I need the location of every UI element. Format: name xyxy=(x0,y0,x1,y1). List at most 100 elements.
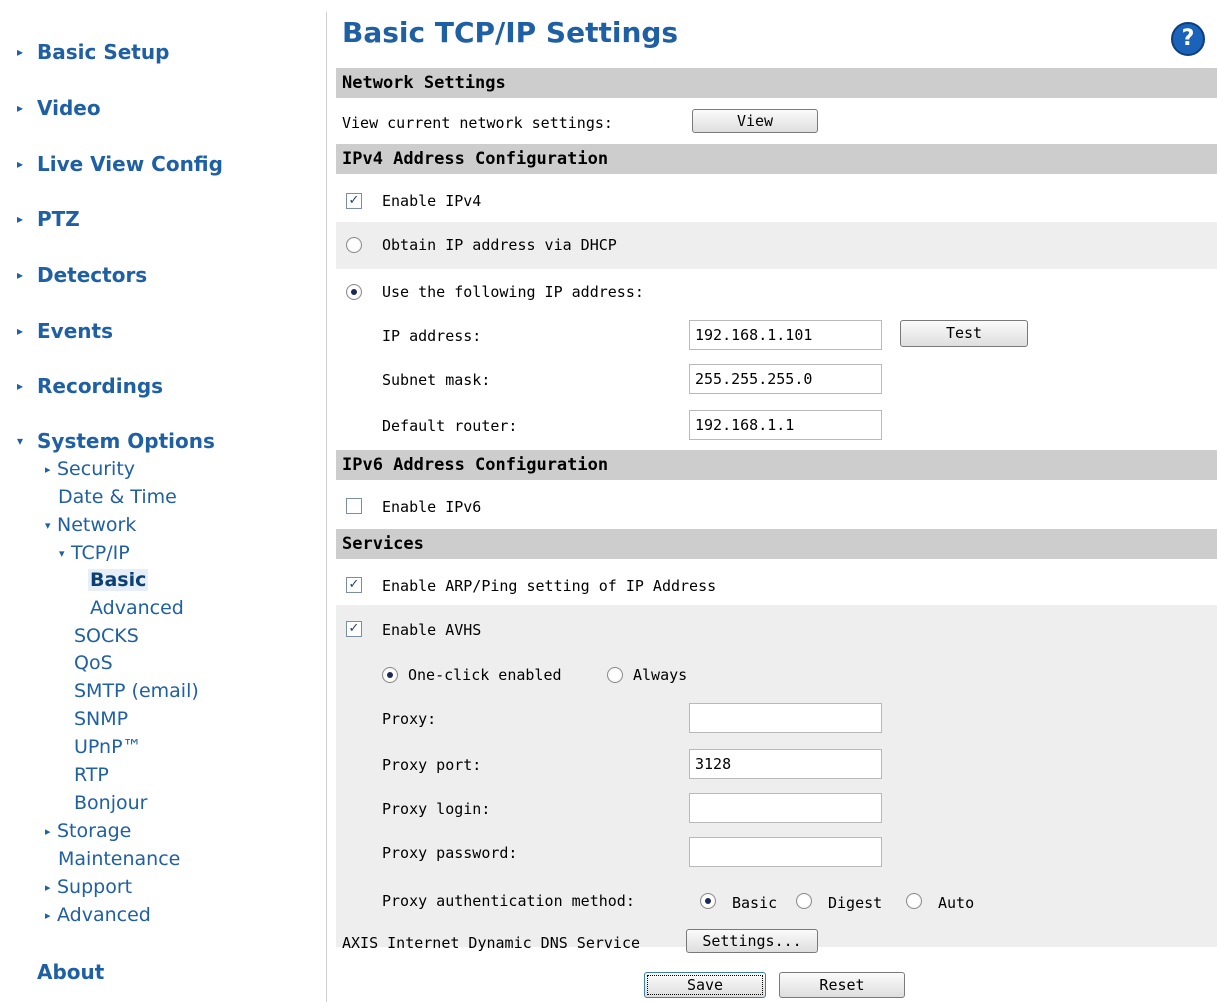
auth-auto-label: Auto xyxy=(938,894,975,912)
nav-network[interactable]: ▾ Network xyxy=(45,514,136,536)
settings-panel: Basic TCP/IP Settings ? Network Settings… xyxy=(336,0,1217,1002)
nav-about[interactable]: About xyxy=(37,960,104,984)
nav-video[interactable]: ▸ Video xyxy=(17,96,101,120)
nav-system-options[interactable]: ▾ System Options xyxy=(17,429,215,453)
nav-label: Security xyxy=(57,458,136,480)
auth-basic-radio[interactable] xyxy=(700,893,716,909)
nav-tcpip-advanced[interactable]: Advanced xyxy=(90,597,184,619)
chevron-right-icon: ▸ xyxy=(45,881,51,894)
always-radio[interactable] xyxy=(607,667,623,683)
dhcp-label: Obtain IP address via DHCP xyxy=(382,236,617,254)
nav-live-view-config[interactable]: ▸ Live View Config xyxy=(17,152,223,176)
enable-ipv6-checkbox[interactable] xyxy=(346,498,362,514)
nav-events[interactable]: ▸ Events xyxy=(17,319,113,343)
nav-label: Detectors xyxy=(37,263,148,287)
test-button[interactable]: Test xyxy=(900,320,1028,347)
proxy-password-label: Proxy password: xyxy=(382,844,518,862)
arp-ping-checkbox[interactable]: ✓ xyxy=(346,577,362,593)
sidebar-divider xyxy=(326,12,327,1002)
chevron-down-icon: ▾ xyxy=(45,519,51,532)
proxy-password-field[interactable] xyxy=(689,837,882,867)
ip-address-field[interactable]: 192.168.1.101 xyxy=(689,320,882,350)
auth-digest-label: Digest xyxy=(828,894,883,912)
nav-security[interactable]: ▸ Security xyxy=(45,458,135,480)
nav-label: Network xyxy=(57,514,137,536)
section-services: Services xyxy=(336,529,1217,559)
nav-label: PTZ xyxy=(37,207,80,231)
enable-ipv4-label: Enable IPv4 xyxy=(382,192,482,210)
enable-ipv4-checkbox[interactable]: ✓ xyxy=(346,193,362,209)
save-button[interactable]: Save xyxy=(644,972,766,998)
nav-basic-setup[interactable]: ▸ Basic Setup xyxy=(17,40,169,64)
nav-socks[interactable]: SOCKS xyxy=(74,625,139,647)
one-click-label: One-click enabled xyxy=(408,666,562,684)
ddns-label: AXIS Internet Dynamic DNS Service xyxy=(342,934,641,952)
auth-auto-radio[interactable] xyxy=(906,893,922,909)
nav-tcpip[interactable]: ▾ TCP/IP xyxy=(59,542,130,564)
dhcp-radio[interactable] xyxy=(346,237,362,253)
nav-bonjour[interactable]: Bonjour xyxy=(74,792,147,814)
nav-advanced[interactable]: ▸ Advanced xyxy=(45,904,151,926)
avhs-checkbox[interactable]: ✓ xyxy=(346,621,362,637)
reset-button[interactable]: Reset xyxy=(779,972,905,998)
nav-label: Basic Setup xyxy=(37,40,170,64)
nav-label: Events xyxy=(37,319,113,343)
nav-label: Support xyxy=(57,876,133,898)
nav-qos[interactable]: QoS xyxy=(74,652,113,674)
chevron-right-icon: ▸ xyxy=(17,324,24,338)
page-title: Basic TCP/IP Settings xyxy=(342,16,679,49)
view-network-label: View current network settings: xyxy=(342,114,613,132)
nav-storage[interactable]: ▸ Storage xyxy=(45,820,131,842)
view-button[interactable]: View xyxy=(692,109,818,133)
section-ipv6: IPv6 Address Configuration xyxy=(336,450,1217,480)
static-ip-label: Use the following IP address: xyxy=(382,283,644,301)
nav-recordings[interactable]: ▸ Recordings xyxy=(17,374,163,398)
subnet-mask-field[interactable]: 255.255.255.0 xyxy=(689,364,882,394)
ddns-settings-button[interactable]: Settings... xyxy=(686,929,818,953)
chevron-down-icon: ▾ xyxy=(17,434,24,448)
nav-label: Video xyxy=(37,96,101,120)
nav-ptz[interactable]: ▸ PTZ xyxy=(17,207,80,231)
proxy-label: Proxy: xyxy=(382,710,437,728)
enable-ipv6-label: Enable IPv6 xyxy=(382,498,482,516)
arp-ping-label: Enable ARP/Ping setting of IP Address xyxy=(382,577,717,595)
proxy-port-field[interactable]: 3128 xyxy=(689,749,882,779)
chevron-right-icon: ▸ xyxy=(17,101,24,115)
proxy-port-label: Proxy port: xyxy=(382,756,482,774)
nav-upnp[interactable]: UPnP™ xyxy=(74,736,142,758)
nav-label: Recordings xyxy=(37,374,164,398)
proxy-login-label: Proxy login: xyxy=(382,800,491,818)
chevron-right-icon: ▸ xyxy=(45,909,51,922)
auth-method-label: Proxy authentication method: xyxy=(382,892,635,910)
auth-digest-radio[interactable] xyxy=(796,893,812,909)
chevron-right-icon: ▸ xyxy=(17,379,24,393)
nav-label: Live View Config xyxy=(37,152,223,176)
proxy-field[interactable] xyxy=(689,703,882,733)
ip-address-label: IP address: xyxy=(382,327,482,345)
nav-label: System Options xyxy=(37,429,215,453)
one-click-radio[interactable] xyxy=(382,667,398,683)
section-network-settings: Network Settings xyxy=(336,68,1217,98)
sidebar-nav: ▸ Basic Setup ▸ Video ▸ Live View Config ▸ P… xyxy=(0,0,326,1002)
proxy-login-field[interactable] xyxy=(689,793,882,823)
chevron-right-icon: ▸ xyxy=(45,825,51,838)
auth-basic-label: Basic xyxy=(732,894,778,912)
nav-detectors[interactable]: ▸ Detectors xyxy=(17,263,147,287)
static-ip-radio[interactable] xyxy=(346,284,362,300)
always-label: Always xyxy=(633,666,688,684)
subnet-mask-label: Subnet mask: xyxy=(382,371,491,389)
nav-rtp[interactable]: RTP xyxy=(74,764,109,786)
default-router-field[interactable]: 192.168.1.1 xyxy=(689,410,882,440)
nav-label: Storage xyxy=(57,820,132,842)
nav-smtp[interactable]: SMTP (email) xyxy=(74,680,199,702)
help-icon[interactable]: ? xyxy=(1171,22,1205,56)
chevron-right-icon: ▸ xyxy=(45,463,51,476)
nav-date-time[interactable]: Date & Time xyxy=(58,486,177,508)
nav-snmp[interactable]: SNMP xyxy=(74,708,128,730)
chevron-right-icon: ▸ xyxy=(17,45,24,59)
nav-maintenance[interactable]: Maintenance xyxy=(58,848,180,870)
nav-support[interactable]: ▸ Support xyxy=(45,876,132,898)
chevron-down-icon: ▾ xyxy=(59,547,65,560)
nav-label: Advanced xyxy=(57,904,151,926)
avhs-label: Enable AVHS xyxy=(382,621,482,639)
